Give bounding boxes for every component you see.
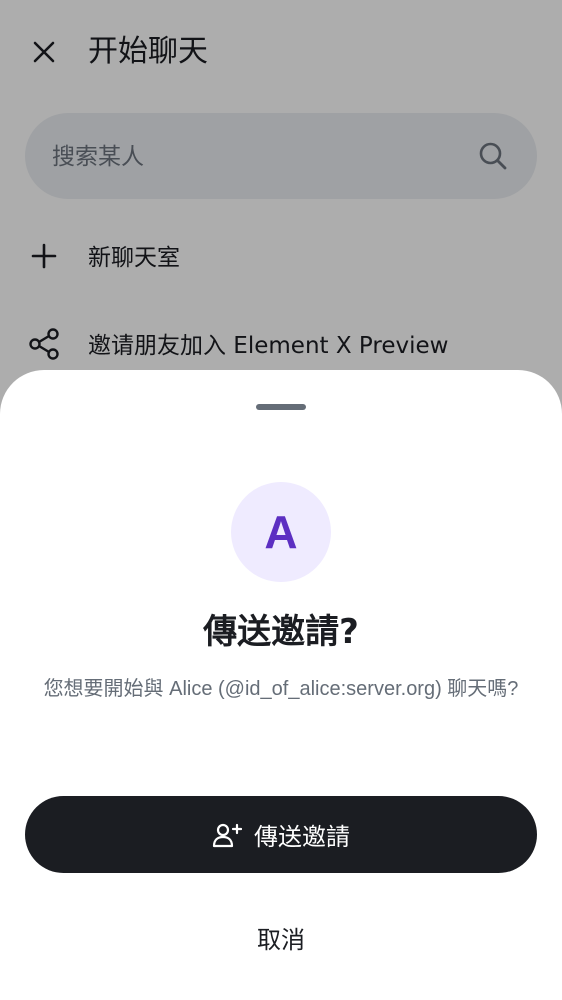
drag-handle[interactable] bbox=[256, 404, 306, 410]
send-invite-label: 傳送邀請 bbox=[254, 823, 350, 851]
avatar-initial: A bbox=[264, 506, 298, 558]
cancel-button[interactable]: 取消 bbox=[181, 900, 381, 974]
screen: 开始聊天 新聊天室 邀请朋友加入 Element X Preview bbox=[0, 0, 562, 1000]
cancel-label: 取消 bbox=[257, 925, 305, 954]
send-invite-button[interactable]: 傳送邀請 bbox=[25, 796, 537, 873]
dialog-message: 您想要開始與 Alice (@id_of_alice:server.org) 聊… bbox=[43, 678, 519, 700]
avatar: A bbox=[231, 482, 331, 582]
invite-bottom-sheet: A 傳送邀請? 您想要開始與 Alice (@id_of_alice:serve… bbox=[0, 370, 562, 1000]
invite-user-icon bbox=[212, 823, 242, 847]
dialog-title: 傳送邀請? bbox=[203, 612, 359, 652]
